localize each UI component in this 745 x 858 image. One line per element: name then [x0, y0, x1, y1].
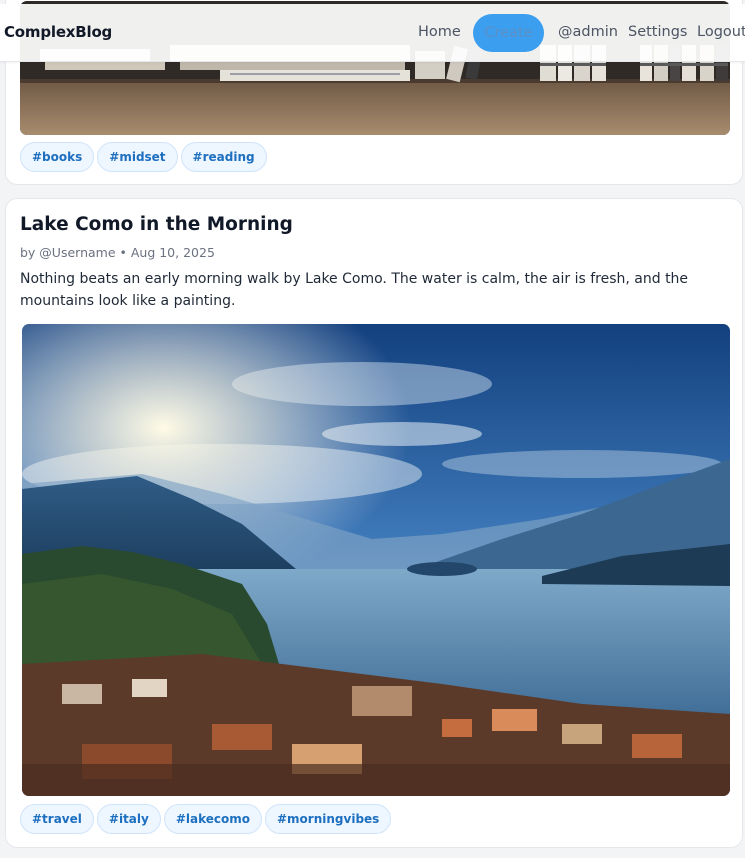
- nav-create-button[interactable]: Create: [473, 14, 544, 52]
- post-body: Nothing beats an early morning walk by L…: [20, 271, 689, 309]
- post-meta: by @Username • Aug 10, 2025: [20, 245, 215, 260]
- tag-link[interactable]: #books: [20, 142, 95, 172]
- nav-user-link[interactable]: @admin: [558, 24, 618, 40]
- top-navbar: ComplexBlog Home Create @admin Settings …: [0, 4, 745, 62]
- nav-logout-link[interactable]: Logout: [697, 24, 745, 40]
- nav-home-link[interactable]: Home: [418, 24, 461, 40]
- post-title[interactable]: Lake Como in the Morning: [20, 214, 293, 235]
- tag-link[interactable]: #italy: [96, 804, 161, 834]
- nav-settings-link[interactable]: Settings: [628, 24, 687, 40]
- tag-link[interactable]: #travel: [20, 804, 94, 834]
- post-tags: #travel #italy #lakecomo #morningvibes: [20, 804, 394, 834]
- post-image-lake-como[interactable]: [22, 324, 730, 796]
- post-tags: #books #midset #reading: [20, 142, 270, 172]
- post-card: Lake Como in the Morning by @Username • …: [5, 198, 743, 848]
- brand-logo[interactable]: ComplexBlog: [4, 23, 112, 41]
- tag-link[interactable]: #reading: [180, 142, 267, 172]
- tag-link[interactable]: #lakecomo: [163, 804, 262, 834]
- tag-link[interactable]: #morningvibes: [265, 804, 392, 834]
- tag-link[interactable]: #midset: [97, 142, 178, 172]
